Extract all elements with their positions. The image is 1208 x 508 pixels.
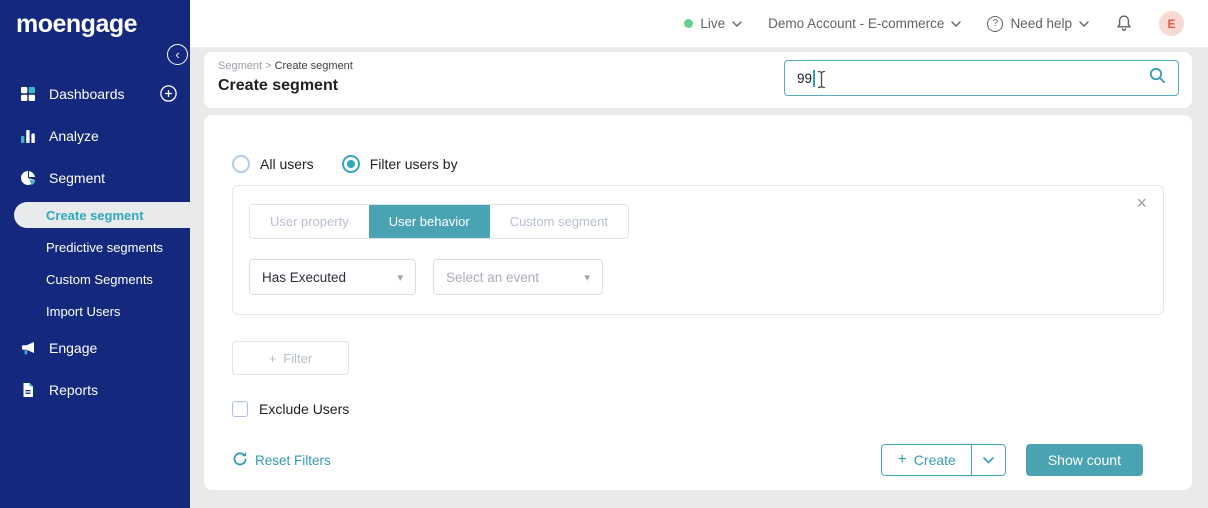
megaphone-icon xyxy=(20,340,36,356)
question-mark-icon: ? xyxy=(987,15,1004,32)
sidebar-subitem-label: Custom Segments xyxy=(46,271,153,287)
sidebar-subitem-label: Predictive segments xyxy=(46,239,164,255)
plus-icon: + xyxy=(897,451,907,468)
text-cursor-icon xyxy=(816,70,827,94)
exclude-users-label: Exclude Users xyxy=(259,401,350,417)
sidebar-nav: Dashboards Analyze Segment Create segmen… xyxy=(0,80,190,418)
notifications-bell-icon[interactable] xyxy=(1115,14,1133,33)
footer-actions: + Create Show count xyxy=(881,444,1143,476)
sidebar-item-custom-segments[interactable]: Custom Segments xyxy=(0,266,190,292)
show-count-label: Show count xyxy=(1047,452,1121,468)
add-filter-button[interactable]: + Filter xyxy=(232,341,349,375)
sidebar-item-segment[interactable]: Segment xyxy=(0,164,190,192)
text-caret xyxy=(813,69,815,87)
event-placeholder: Select an event xyxy=(446,269,540,285)
segment-builder-card: All users Filter users by × User propert… xyxy=(204,115,1192,490)
reset-filters-label: Reset Filters xyxy=(255,452,331,468)
live-status-dot xyxy=(684,19,694,28)
search-value: 99 xyxy=(797,70,813,86)
search-input[interactable]: 99 xyxy=(784,60,1179,96)
add-dashboard-icon[interactable] xyxy=(160,85,177,105)
radio-all-users[interactable]: All users xyxy=(232,155,314,173)
tab-user-property[interactable]: User property xyxy=(250,205,369,238)
search-icon[interactable] xyxy=(1149,67,1166,89)
radio-filter-users-by[interactable]: Filter users by xyxy=(341,155,458,173)
user-scope-options: All users Filter users by xyxy=(232,155,1164,173)
bar-chart-icon xyxy=(20,128,36,144)
sidebar-item-label: Analyze xyxy=(49,128,99,144)
sidebar-item-label: Reports xyxy=(49,382,99,398)
sidebar-item-label: Segment xyxy=(49,170,106,186)
reset-filters-button[interactable]: Reset Filters xyxy=(232,451,331,470)
tab-user-behavior[interactable]: User behavior xyxy=(368,205,490,238)
dropdown-arrow-icon: ▾ xyxy=(584,271,590,284)
radio-icon[interactable] xyxy=(232,155,250,173)
refresh-icon xyxy=(232,451,248,470)
sidebar-item-create-segment[interactable]: Create segment xyxy=(14,202,190,228)
sidebar-item-predictive-segments[interactable]: Predictive segments xyxy=(0,234,190,260)
account-selector[interactable]: Demo Account - E-commerce xyxy=(768,16,962,31)
breadcrumb-separator: > xyxy=(265,60,272,72)
tab-custom-segment[interactable]: Custom segment xyxy=(489,205,628,238)
need-help-menu[interactable]: ? Need help xyxy=(987,15,1089,32)
operator-value: Has Executed xyxy=(262,269,347,285)
sidebar-item-label: Engage xyxy=(49,340,98,356)
sidebar-item-analyze[interactable]: Analyze xyxy=(0,122,190,150)
grid-icon xyxy=(20,86,36,102)
sidebar-collapse-button[interactable]: ‹ xyxy=(167,44,188,65)
sidebar-item-dashboards[interactable]: Dashboards xyxy=(0,80,190,108)
environment-label: Live xyxy=(700,16,726,31)
exclude-users-checkbox[interactable] xyxy=(232,401,248,417)
page-header: Segment > Create segment Create segment … xyxy=(204,52,1192,108)
sidebar-item-reports[interactable]: Reports xyxy=(0,376,190,404)
exclude-users-row: Exclude Users xyxy=(232,401,1164,417)
topbar: Live Demo Account - E-commerce ? Need he… xyxy=(190,0,1208,48)
card-footer: Reset Filters + Create Show count xyxy=(232,444,1164,476)
create-button[interactable]: + Create xyxy=(882,445,970,475)
filter-condition-panel: × User property User behavior Custom seg… xyxy=(232,185,1164,315)
document-icon xyxy=(20,382,36,398)
moengage-logo: moengage xyxy=(16,10,138,38)
radio-label: All users xyxy=(260,156,314,172)
pie-chart-icon xyxy=(20,170,36,186)
chevron-down-icon xyxy=(732,20,742,27)
chevron-left-icon: ‹ xyxy=(175,47,180,62)
radio-icon-selected[interactable] xyxy=(341,155,360,173)
chevron-down-icon xyxy=(1079,20,1089,27)
sidebar-item-engage[interactable]: Engage xyxy=(0,334,190,362)
radio-label: Filter users by xyxy=(369,156,458,172)
dropdown-arrow-icon: ▾ xyxy=(397,271,403,284)
plus-icon: + xyxy=(268,350,277,366)
sidebar-subitem-label: Create segment xyxy=(46,207,144,223)
breadcrumb-parent[interactable]: Segment xyxy=(218,60,262,72)
show-count-button[interactable]: Show count xyxy=(1025,444,1143,476)
breadcrumb-current: Create segment xyxy=(274,60,353,72)
sidebar-subitem-label: Import Users xyxy=(46,303,121,319)
need-help-label: Need help xyxy=(1010,16,1072,31)
add-filter-label: Filter xyxy=(283,350,313,366)
create-options-dropdown[interactable] xyxy=(970,445,1005,475)
sidebar-item-import-users[interactable]: Import Users xyxy=(0,298,190,324)
account-name: Demo Account - E-commerce xyxy=(768,16,945,31)
create-label: Create xyxy=(913,452,956,468)
chevron-down-icon xyxy=(951,20,962,27)
filter-type-tabs: User property User behavior Custom segme… xyxy=(249,204,629,239)
condition-row: Has Executed ▾ Select an event ▾ xyxy=(249,259,1147,295)
sidebar: moengage ‹ Dashboards Analyze Segment Cr… xyxy=(0,0,190,508)
operator-select[interactable]: Has Executed ▾ xyxy=(249,259,416,295)
avatar-initial: E xyxy=(1167,16,1176,31)
user-avatar[interactable]: E xyxy=(1159,11,1184,36)
sidebar-item-label: Dashboards xyxy=(49,86,125,102)
close-icon[interactable]: × xyxy=(1136,194,1147,212)
event-select[interactable]: Select an event ▾ xyxy=(433,259,603,295)
create-split-button: + Create xyxy=(881,444,1006,476)
environment-selector[interactable]: Live xyxy=(684,16,742,31)
